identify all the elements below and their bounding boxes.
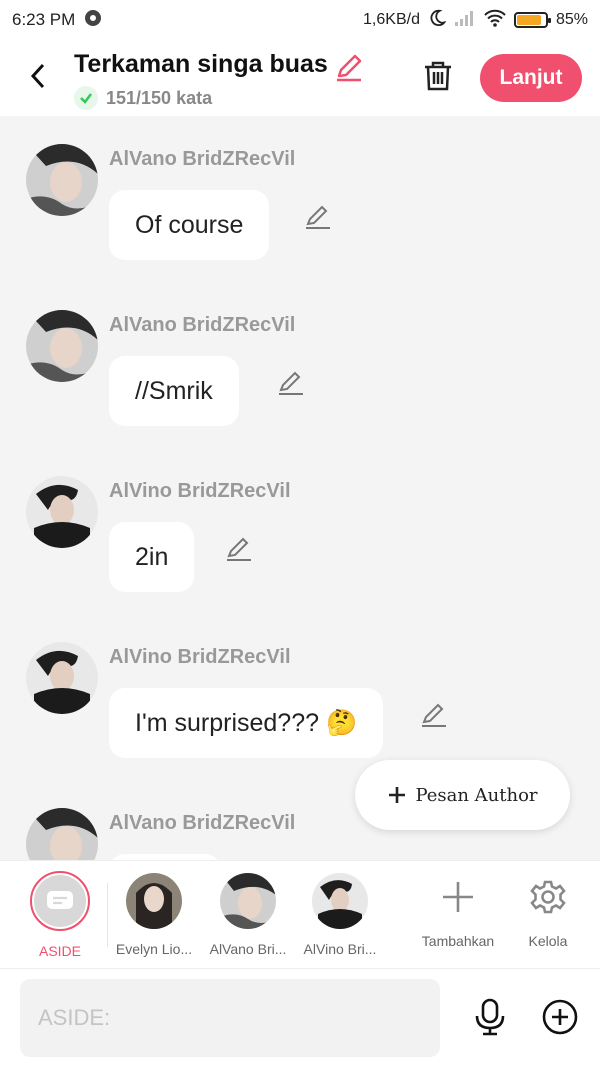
sender-name: AlVano BridZRecVil [109,314,296,336]
character-label: Evelyn Lio... [115,941,193,957]
edit-message-icon[interactable] [419,700,449,730]
battery-percent: 85% [555,11,588,28]
plus-icon [436,875,480,919]
gear-icon [526,875,570,919]
author-message-button[interactable]: Pesan Author [355,760,570,830]
sender-name: AlVano BridZRecVil [109,148,296,170]
moon-icon [428,9,447,32]
sender-name: AlVino BridZRecVil [109,646,291,668]
avatar[interactable] [26,642,98,714]
attach-button[interactable] [540,997,580,1037]
avatar[interactable] [26,310,98,382]
back-button[interactable] [20,58,56,94]
status-bar: 6:23 PM 1,6KB/d 85% [0,0,600,40]
character-bar: ASIDE Evelyn Lio... AlVano Bri... AlVino… [0,860,600,968]
sender-name: AlVano BridZRecVil [109,812,296,834]
author-message-label: Pesan Author [415,784,538,806]
avatar[interactable] [26,144,98,216]
plus-icon [389,787,406,803]
edit-message-icon[interactable] [224,534,254,564]
character-label: AlVino Bri... [303,941,377,957]
page-title: Terkaman singa buas [74,50,328,78]
avatar [312,873,368,929]
character-evelyn[interactable]: Evelyn Lio... [106,869,202,957]
network-speed: 1,6KB/d [363,11,420,28]
wifi-icon [484,9,506,32]
chat-area[interactable]: AlVano BridZRecVil Of course AlVano Brid… [0,116,600,860]
character-aside[interactable]: ASIDE [12,869,108,959]
microphone-button[interactable] [470,997,510,1037]
delete-button[interactable] [420,58,456,94]
status-time: 6:23 PM [12,10,76,29]
word-count-text: 151/150 kata [106,87,213,108]
edit-title-icon[interactable] [333,52,365,84]
microphone-icon [475,998,505,1036]
message-bubble[interactable]: //Smrik [109,356,239,426]
word-count: 151/150 kata [74,86,212,110]
message-bubble[interactable]: 2in [109,522,195,592]
plus-circle-icon [542,999,578,1035]
chevron-left-icon [30,63,45,89]
message-bubble-icon [47,891,73,909]
add-label: Tambahkan [421,933,495,949]
message-bubble[interactable]: Of course [109,190,270,260]
avatar[interactable] [26,476,98,548]
notification-icon [83,8,103,33]
message-input[interactable] [20,979,440,1057]
avatar [220,873,276,929]
aside-avatar [30,871,90,931]
manage-label: Kelola [528,933,568,949]
add-character-button[interactable]: Tambahkan [410,875,506,949]
character-alvino[interactable]: AlVino Bri... [292,869,388,957]
header: Terkaman singa buas 151/150 kata Lanjut [0,40,600,116]
edit-message-icon[interactable] [276,368,306,398]
next-button[interactable]: Lanjut [480,54,582,102]
edit-message-icon[interactable] [303,202,333,232]
check-icon [74,86,98,110]
character-label: AlVano Bri... [209,941,287,957]
avatar [126,873,182,929]
avatar[interactable] [26,808,98,860]
signal-icon [454,9,476,32]
character-alvano[interactable]: AlVano Bri... [200,869,296,957]
aside-avatar-inner [34,875,86,927]
character-label: ASIDE [38,943,81,959]
message-bubble[interactable]: I'm surprised??? 🤔 [109,688,384,758]
manage-characters-button[interactable]: Kelola [500,875,596,949]
battery-icon [513,12,551,28]
composer-bar [0,968,600,1067]
sender-name: AlVino BridZRecVil [109,480,291,502]
trash-icon [425,61,451,91]
